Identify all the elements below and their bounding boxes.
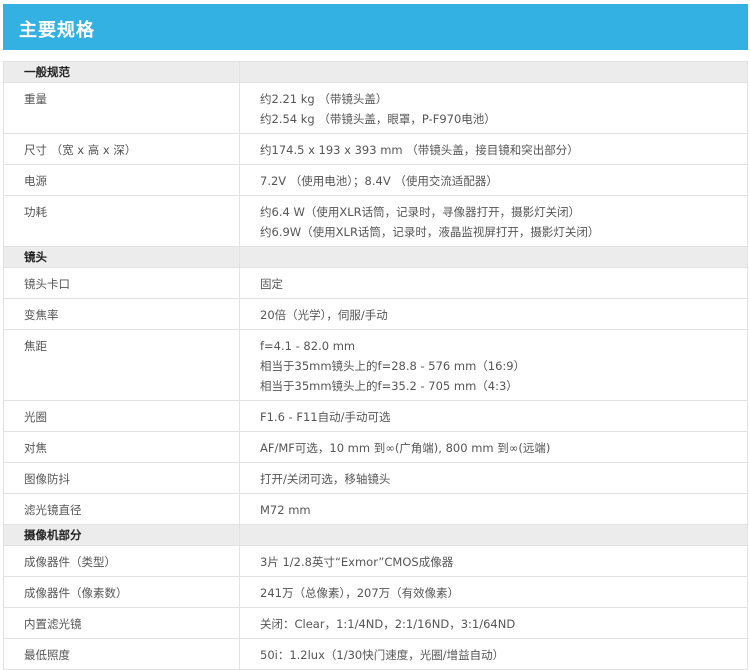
spec-row-iris: 光圈 F1.6 - F11自动/手动可选 xyxy=(3,400,748,432)
spec-value: 约6.4 W（使用XLR话筒，记录时，寻像器打开，摄影灯关闭） 约6.9W（使用… xyxy=(239,195,748,247)
spec-value: 7.2V （使用电池）；8.4V （使用交流适配器） xyxy=(239,164,748,196)
spec-value: 50i：1.2lux（1/30快门速度，光圈/增益自动） xyxy=(239,638,748,670)
spec-value: 固定 xyxy=(239,267,748,299)
spec-value: 20倍（光学），伺服/手动 xyxy=(239,298,748,330)
spec-value-line: 50i：1.2lux（1/30快门速度，光圈/增益自动） xyxy=(260,648,505,662)
spec-value-line: AF/MF可选，10 mm 到∞(广角端), 800 mm 到∞(远端) xyxy=(260,441,551,455)
spec-row-stabilizer: 图像防抖 打开/关闭可选，移轴镜头 xyxy=(3,462,748,494)
spec-value-line: 241万（总像素），207万（有效像素） xyxy=(260,586,460,600)
spec-value-line: 约2.54 kg （带镜头盖，眼罩，P-F970电池） xyxy=(260,112,496,126)
spec-label: 焦距 xyxy=(3,329,240,401)
spec-label: 滤光镜直径 xyxy=(3,493,240,525)
spec-value: F1.6 - F11自动/手动可选 xyxy=(239,400,748,432)
spec-table: 一般规范 重量 约2.21 kg （带镜头盖） 约2.54 kg （带镜头盖，眼… xyxy=(3,61,748,670)
spec-value: M72 mm xyxy=(239,493,748,525)
spec-value: 打开/关闭可选，移轴镜头 xyxy=(239,462,748,494)
spec-value-line: 相当于35mm镜头上的f=28.8 - 576 mm（16:9） xyxy=(260,359,526,373)
spec-value-line: 20倍（光学），伺服/手动 xyxy=(260,308,388,322)
spec-label: 重量 xyxy=(3,82,240,134)
spec-value-line: 3片 1/2.8英寸“Exmor”CMOS成像器 xyxy=(260,555,454,569)
spec-label: 对焦 xyxy=(3,431,240,463)
spec-label: 成像器件（类型） xyxy=(3,545,240,577)
spec-value-line: 打开/关闭可选，移轴镜头 xyxy=(260,472,391,486)
section-header-general: 一般规范 xyxy=(3,61,748,83)
spec-row-imager-type: 成像器件（类型） 3片 1/2.8英寸“Exmor”CMOS成像器 xyxy=(3,545,748,577)
spec-value: 约2.21 kg （带镜头盖） 约2.54 kg （带镜头盖，眼罩，P-F970… xyxy=(239,82,748,134)
spec-row-power: 电源 7.2V （使用电池）；8.4V （使用交流适配器） xyxy=(3,164,748,196)
spec-row-mount: 镜头卡口 固定 xyxy=(3,267,748,299)
spec-row-consumption: 功耗 约6.4 W（使用XLR话筒，记录时，寻像器打开，摄影灯关闭） 约6.9W… xyxy=(3,195,748,247)
spec-value-line: M72 mm xyxy=(260,503,311,517)
spec-value: 关闭：Clear，1:1/4ND，2:1/16ND，3:1/64ND xyxy=(239,607,748,639)
spec-value-line: F1.6 - F11自动/手动可选 xyxy=(260,410,391,424)
spec-row-weight: 重量 约2.21 kg （带镜头盖） 约2.54 kg （带镜头盖，眼罩，P-F… xyxy=(3,82,748,134)
spec-value-line: 约6.4 W（使用XLR话筒，记录时，寻像器打开，摄影灯关闭） xyxy=(260,205,581,219)
section-header-lens: 镜头 xyxy=(3,246,748,268)
spec-label: 光圈 xyxy=(3,400,240,432)
spec-value-line: 约6.9W（使用XLR话筒，记录时，液晶监视屏打开，摄影灯关闭） xyxy=(260,225,600,239)
spec-value-line: 关闭：Clear，1:1/4ND，2:1/16ND，3:1/64ND xyxy=(260,617,516,631)
spec-row-imager-pixels: 成像器件（像素数） 241万（总像素），207万（有效像素） xyxy=(3,576,748,608)
spec-label: 最低照度 xyxy=(3,638,240,670)
spec-label: 变焦率 xyxy=(3,298,240,330)
spec-row-focal-length: 焦距 f=4.1 - 82.0 mm 相当于35mm镜头上的f=28.8 - 5… xyxy=(3,329,748,401)
spec-header: 主要规格 xyxy=(3,4,748,50)
spec-value: 约174.5 x 193 x 393 mm （带镜头盖，接目镜和突出部分） xyxy=(239,133,748,165)
spec-label: 图像防抖 xyxy=(3,462,240,494)
spec-value: f=4.1 - 82.0 mm 相当于35mm镜头上的f=28.8 - 576 … xyxy=(239,329,748,401)
spec-value-line: 相当于35mm镜头上的f=35.2 - 705 mm（4:3） xyxy=(260,379,518,393)
spec-value-line: f=4.1 - 82.0 mm xyxy=(260,339,356,353)
spec-value: 3片 1/2.8英寸“Exmor”CMOS成像器 xyxy=(239,545,748,577)
spec-label: 成像器件（像素数） xyxy=(3,576,240,608)
section-title: 镜头 xyxy=(3,246,240,268)
spec-label: 镜头卡口 xyxy=(3,267,240,299)
spec-row-min-illumination: 最低照度 50i：1.2lux（1/30快门速度，光圈/增益自动） xyxy=(3,638,748,670)
spec-row-dimensions: 尺寸 （宽 x 高 x 深） 约174.5 x 193 x 393 mm （带镜… xyxy=(3,133,748,165)
spec-value: 241万（总像素），207万（有效像素） xyxy=(239,576,748,608)
section-header-camera: 摄像机部分 xyxy=(3,524,748,546)
spec-row-filter-diameter: 滤光镜直径 M72 mm xyxy=(3,493,748,525)
spec-label: 电源 xyxy=(3,164,240,196)
spec-value: AF/MF可选，10 mm 到∞(广角端), 800 mm 到∞(远端) xyxy=(239,431,748,463)
page-title: 主要规格 xyxy=(19,20,95,41)
spec-value-line: 约174.5 x 193 x 393 mm （带镜头盖，接目镜和突出部分） xyxy=(260,143,579,157)
spec-row-focus: 对焦 AF/MF可选，10 mm 到∞(广角端), 800 mm 到∞(远端) xyxy=(3,431,748,463)
spec-value-line: 固定 xyxy=(260,277,283,291)
section-title: 摄像机部分 xyxy=(3,524,240,546)
spec-label: 尺寸 （宽 x 高 x 深） xyxy=(3,133,240,165)
spec-label: 功耗 xyxy=(3,195,240,247)
spec-row-zoom: 变焦率 20倍（光学），伺服/手动 xyxy=(3,298,748,330)
section-title: 一般规范 xyxy=(3,61,240,83)
spec-label: 内置滤光镜 xyxy=(3,607,240,639)
spec-value-line: 约2.21 kg （带镜头盖） xyxy=(260,92,388,106)
spec-row-nd-filter: 内置滤光镜 关闭：Clear，1:1/4ND，2:1/16ND，3:1/64ND xyxy=(3,607,748,639)
spec-value-line: 7.2V （使用电池）；8.4V （使用交流适配器） xyxy=(260,174,498,188)
